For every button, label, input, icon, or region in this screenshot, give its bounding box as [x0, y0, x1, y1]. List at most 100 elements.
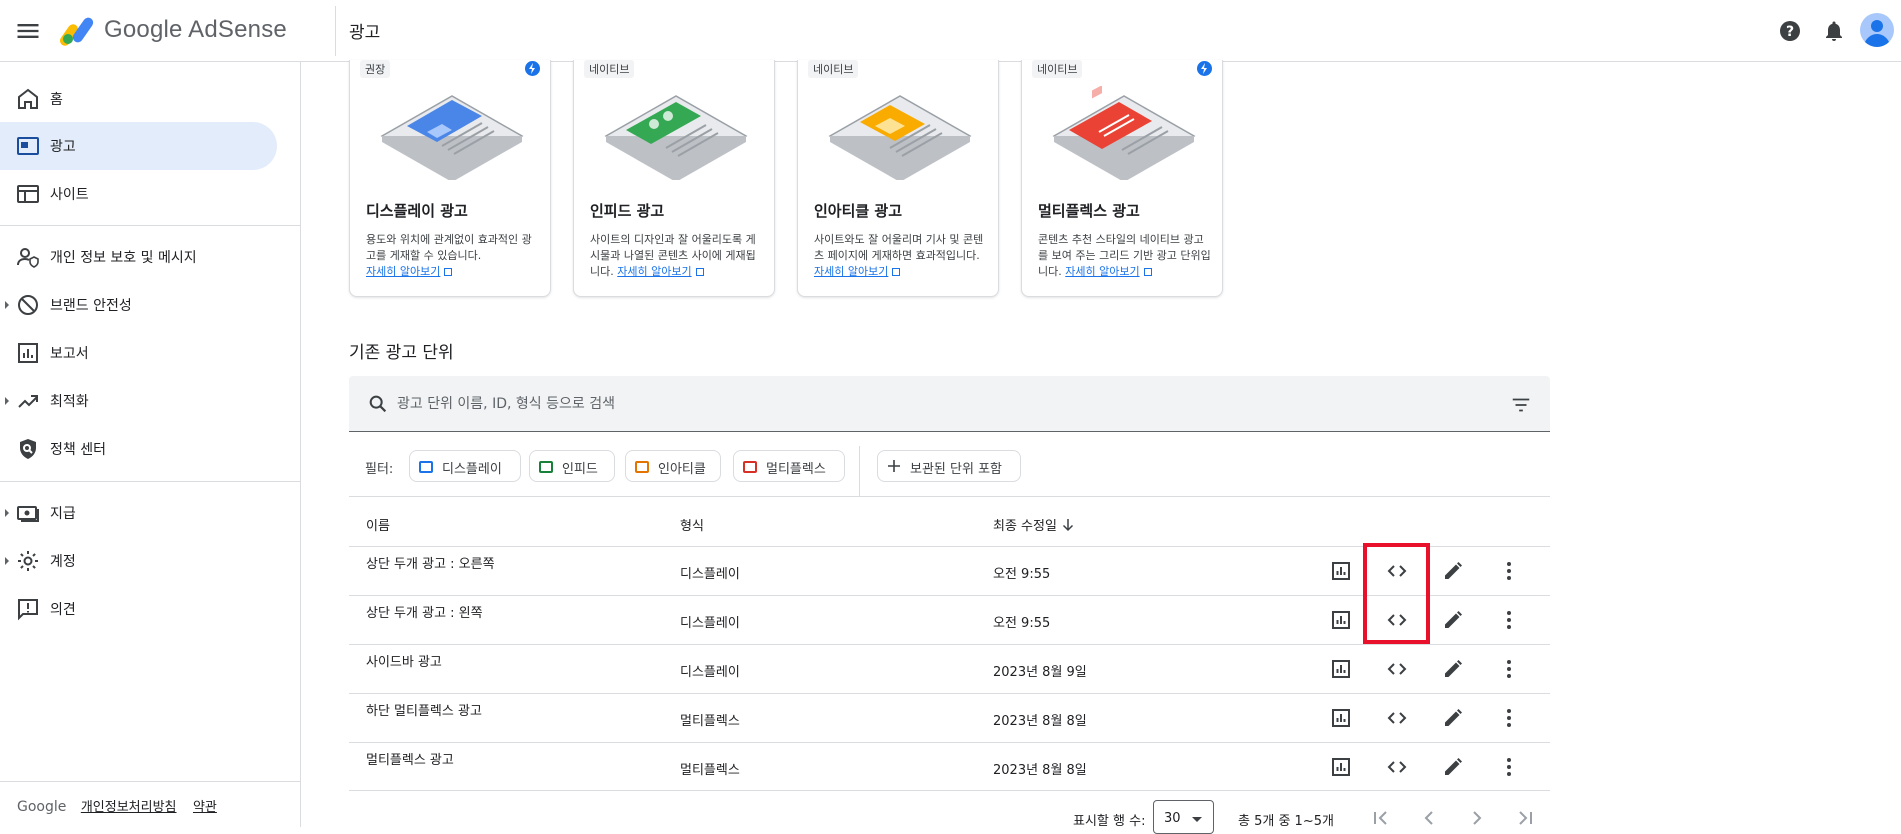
sidebar-item-label: 지급 [50, 506, 76, 522]
notifications-icon[interactable] [1822, 19, 1846, 43]
table-row[interactable]: 하단 멀티플렉스 광고 멀티플렉스 2023년 8월 8일 [349, 693, 1550, 742]
filter-list-icon[interactable] [1510, 394, 1532, 416]
get-code-icon[interactable] [1385, 657, 1409, 681]
sidebar-item-brand-safety[interactable]: 브랜드 안전성 [0, 281, 277, 329]
card-display-ad[interactable]: 권장 디스플레이 광고 용도와 위치에 관계없이 효과적인 광고를 게재할 수 … [349, 60, 551, 297]
learn-more-link[interactable]: 자세히 알아보기 [1065, 265, 1139, 278]
filter-chip-infeed[interactable]: 인피드 [529, 450, 615, 482]
table-row[interactable]: 사이드바 광고 디스플레이 2023년 8월 9일 [349, 644, 1550, 693]
ad-unit-name[interactable]: 사이드바 광고 [366, 651, 442, 670]
report-chart-icon[interactable] [1329, 559, 1353, 583]
card-title: 멀티플렉스 광고 [1038, 202, 1140, 220]
get-code-icon[interactable] [1385, 706, 1409, 730]
dropdown-arrow-icon [1192, 817, 1202, 822]
help-icon[interactable]: ? [1778, 19, 1802, 43]
ad-unit-format: 디스플레이 [680, 567, 740, 582]
report-chart-icon[interactable] [1329, 608, 1353, 632]
pagination-bar: 표시할 행 수: 30 총 5개 중 1~5개 [349, 800, 1550, 834]
payments-icon [17, 506, 39, 522]
ad-unit-modified: 2023년 8월 9일 [993, 665, 1087, 680]
rows-per-page-label: 표시할 행 수: [1073, 814, 1146, 829]
sidebar-item-label: 정책 센터 [50, 442, 106, 458]
sidebar-item-label: 최적화 [50, 394, 89, 410]
get-code-icon[interactable] [1385, 755, 1409, 779]
report-chart-icon[interactable] [1329, 706, 1353, 730]
card-tag: 네이티브 [808, 60, 859, 78]
column-header-format[interactable]: 형식 [680, 515, 704, 534]
ad-unit-name[interactable]: 상단 두개 광고 : 왼쪽 [366, 602, 483, 621]
edit-pencil-icon[interactable] [1441, 706, 1465, 730]
nav-divider [0, 481, 301, 482]
account-avatar-icon[interactable] [1860, 13, 1894, 47]
sidebar-item-reports[interactable]: 보고서 [0, 329, 277, 377]
card-multiplex-ad[interactable]: 네이티브 멀티플렉스 광고 콘텐츠 추천 스타일의 네이티브 광고를 보여 주는… [1021, 60, 1223, 297]
table-row[interactable]: 멀티플렉스 광고 멀티플렉스 2023년 8월 8일 [349, 742, 1550, 791]
edit-pencil-icon[interactable] [1441, 559, 1465, 583]
sites-icon [17, 185, 39, 203]
ad-unit-name[interactable]: 상단 두개 광고 : 오른쪽 [366, 553, 495, 572]
display-ad-illustration-icon [380, 95, 524, 180]
next-page-icon[interactable] [1465, 806, 1489, 830]
sidebar-item-payments[interactable]: 지급 [0, 489, 277, 537]
sidebar-item-privacy[interactable]: 개인 정보 보호 및 메시지 [0, 233, 277, 281]
expand-caret-icon [5, 557, 9, 565]
edit-pencil-icon[interactable] [1441, 608, 1465, 632]
table-header-row: 이름 형식 최종 수정일 [349, 496, 1550, 546]
sidebar-item-ads[interactable]: 광고 [0, 122, 277, 170]
trending-icon [18, 395, 38, 408]
learn-more-link[interactable]: 자세히 알아보기 [366, 265, 440, 278]
card-description: 사이트와도 잘 어울리며 기사 및 콘텐츠 페이지에 게재하면 효과적입니다. … [814, 233, 984, 278]
more-vert-icon[interactable] [1497, 608, 1521, 632]
card-inarticle-ad[interactable]: 네이티브 인아티클 광고 사이트와도 잘 어울리며 기사 및 콘텐츠 페이지에 … [797, 60, 999, 297]
sidebar-item-optimization[interactable]: 최적화 [0, 377, 277, 425]
report-chart-icon[interactable] [1329, 657, 1353, 681]
learn-more-link[interactable]: 자세히 알아보기 [617, 265, 691, 278]
header-divider [335, 6, 336, 56]
nav-divider [0, 781, 301, 782]
ad-unit-name[interactable]: 멀티플렉스 광고 [366, 749, 454, 768]
filter-chip-inarticle[interactable]: 인아티클 [625, 450, 721, 482]
lightning-icon [1197, 61, 1212, 76]
menu-icon[interactable] [14, 17, 42, 45]
report-chart-icon[interactable] [1329, 755, 1353, 779]
more-vert-icon[interactable] [1497, 755, 1521, 779]
ad-unit-modified: 오전 9:55 [993, 616, 1051, 631]
external-link-icon [1143, 268, 1152, 276]
inarticle-ad-illustration-icon [828, 95, 972, 180]
search-input[interactable] [397, 390, 1477, 418]
edit-pencil-icon[interactable] [1441, 657, 1465, 681]
top-app-bar: Google AdSense 광고 ? [0, 0, 1901, 62]
display-format-icon [419, 461, 433, 473]
more-vert-icon[interactable] [1497, 559, 1521, 583]
edit-pencil-icon[interactable] [1441, 755, 1465, 779]
sidebar-item-home[interactable]: 홈 [0, 75, 277, 123]
ad-unit-name[interactable]: 하단 멀티플렉스 광고 [366, 700, 482, 719]
first-page-icon[interactable] [1369, 806, 1393, 830]
column-header-modified[interactable]: 최종 수정일 [993, 515, 1075, 534]
sidebar-item-label: 브랜드 안전성 [50, 298, 132, 314]
sidebar-item-policy-center[interactable]: 정책 센터 [0, 425, 277, 473]
previous-page-icon[interactable] [1417, 806, 1441, 830]
ad-unit-format: 디스플레이 [680, 616, 740, 631]
column-header-name[interactable]: 이름 [366, 515, 390, 534]
filter-chip-display[interactable]: 디스플레이 [409, 450, 521, 482]
privacy-policy-link[interactable]: 개인정보처리방침 [81, 800, 177, 815]
reports-icon [18, 343, 38, 363]
sidebar-item-feedback[interactable]: 의견 [0, 585, 277, 633]
card-infeed-ad[interactable]: 네이티브 인피드 광고 사이트의 디자인과 잘 어울리도록 게시물과 나열된 콘… [573, 60, 775, 297]
last-page-icon[interactable] [1513, 806, 1537, 830]
terms-link[interactable]: 약관 [193, 800, 217, 815]
sidebar-item-sites[interactable]: 사이트 [0, 170, 277, 218]
more-vert-icon[interactable] [1497, 657, 1521, 681]
learn-more-link[interactable]: 자세히 알아보기 [814, 265, 888, 278]
filter-chip-multiplex[interactable]: 멀티플렉스 [733, 450, 845, 482]
page-range-text: 총 5개 중 1~5개 [1238, 814, 1334, 829]
external-link-icon [892, 268, 901, 276]
infeed-format-icon [539, 461, 553, 473]
sidebar-item-account[interactable]: 계정 [0, 537, 277, 585]
footer-google-text: Google [17, 799, 67, 815]
more-vert-icon[interactable] [1497, 706, 1521, 730]
rows-per-page-select[interactable]: 30 [1153, 800, 1214, 834]
include-archived-chip[interactable]: 보관된 단위 포함 [877, 450, 1021, 482]
gear-icon [18, 551, 38, 571]
